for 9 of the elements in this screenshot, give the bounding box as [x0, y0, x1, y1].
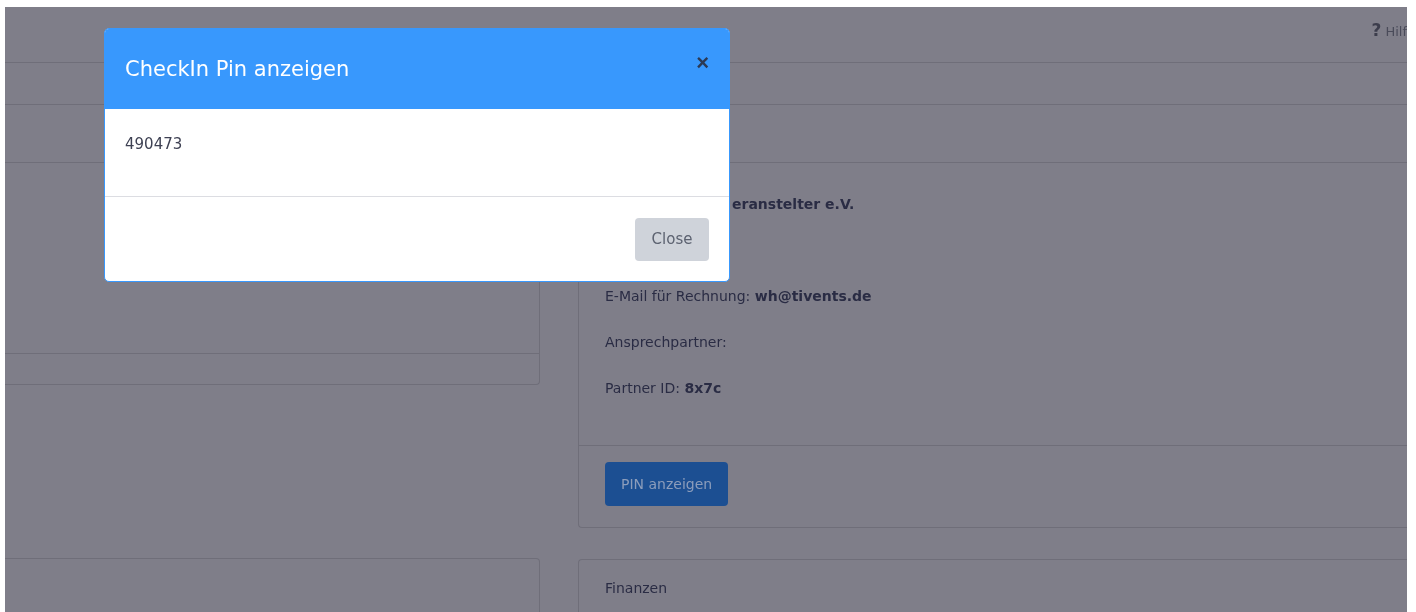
card-title: Finanzen: [605, 580, 668, 596]
modal-title: CheckIn Pin anzeigen: [125, 57, 350, 81]
detail-text: Ansprechpartner:: [605, 333, 728, 352]
detail-text: eranstelter e.V.: [732, 195, 856, 214]
pin-button[interactable]: PIN anzeigen: [605, 462, 729, 506]
detail-text: Partner ID: 8x7c: [605, 379, 723, 398]
close-button[interactable]: Close: [635, 217, 709, 261]
detail-text: E-Mail für Rechnung: wh@tivents.de: [605, 287, 873, 306]
pin-value: 490473: [125, 135, 183, 153]
